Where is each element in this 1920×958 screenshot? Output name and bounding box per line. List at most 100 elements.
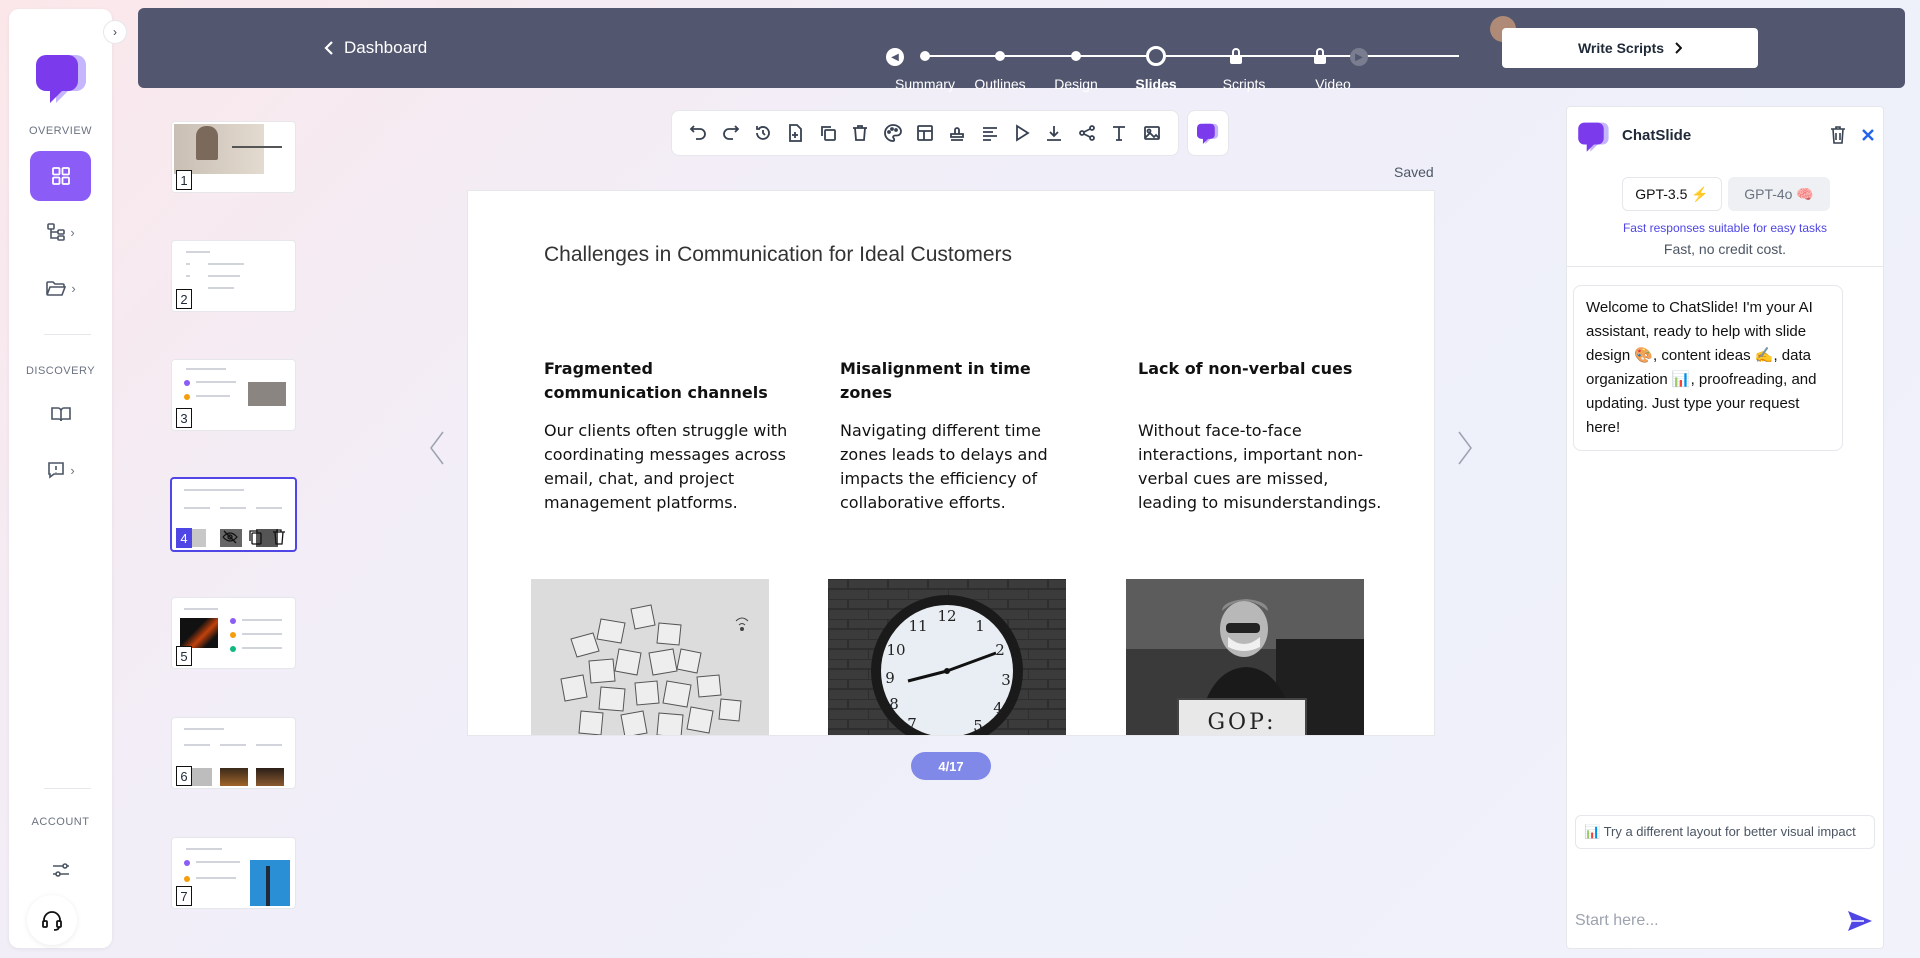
sidebar-item-dashboard[interactable] xyxy=(30,151,91,201)
chevron-right-icon: › xyxy=(113,25,117,39)
play-icon xyxy=(1016,124,1030,142)
sidebar-item-feedback[interactable]: › xyxy=(30,445,91,495)
sidebar-item-folders[interactable]: › xyxy=(30,263,91,313)
align-button[interactable] xyxy=(979,122,1001,144)
thumbnail-text-line xyxy=(196,395,230,397)
thumbnail-text-line xyxy=(196,861,240,863)
next-step-button[interactable]: ▶ xyxy=(1350,48,1368,66)
slide-image-clock[interactable]: 12 1 2 3 45 78 9 10 11 xyxy=(828,579,1066,735)
step-label-summary[interactable]: Summary xyxy=(895,76,955,92)
lock-icon[interactable] xyxy=(1229,47,1243,65)
thumbnail-text-line xyxy=(184,507,210,509)
add-image-button[interactable] xyxy=(1141,122,1163,144)
trash-icon[interactable] xyxy=(272,529,286,545)
chat-input[interactable] xyxy=(1575,907,1835,935)
slide-thumbnail-2[interactable]: 2 xyxy=(171,240,296,312)
chatslide-logo-icon xyxy=(1578,122,1609,152)
help-support-button[interactable] xyxy=(27,895,77,945)
column-heading[interactable]: Lack of non-verbal cues xyxy=(1138,357,1383,381)
sidebar-item-library[interactable] xyxy=(30,389,91,439)
thumbnail-text-line xyxy=(242,647,282,649)
model-gpt4o-button[interactable]: GPT-4o 🧠 xyxy=(1728,177,1830,211)
slide-thumbnail-7[interactable]: 7 xyxy=(171,837,296,909)
step-dot-outlines[interactable] xyxy=(995,51,1005,61)
theme-button[interactable] xyxy=(882,122,904,144)
undo-button[interactable] xyxy=(687,122,709,144)
thumbnail-image xyxy=(196,126,218,160)
send-button[interactable] xyxy=(1845,907,1875,935)
chevron-right-icon: › xyxy=(70,462,75,478)
step-label-slides[interactable]: Slides xyxy=(1135,76,1176,92)
model-cost: Fast, no credit cost. xyxy=(1663,241,1787,257)
slide-image-papers[interactable] xyxy=(531,579,769,735)
thumbnail-bullet xyxy=(230,646,236,652)
column-body[interactable]: Without face-to-face interactions, impor… xyxy=(1138,419,1383,515)
thumbnail-bullet xyxy=(230,618,236,624)
thumbnail-image xyxy=(248,382,286,406)
add-text-button[interactable] xyxy=(1108,122,1130,144)
prev-slide-arrow[interactable] xyxy=(428,430,446,475)
sidebar-divider xyxy=(44,334,91,335)
write-scripts-button[interactable]: Write Scripts xyxy=(1502,28,1758,68)
redo-icon xyxy=(722,125,739,140)
back-to-dashboard-link[interactable]: Dashboard xyxy=(324,38,427,58)
present-button[interactable] xyxy=(1011,122,1033,144)
slide-title[interactable]: Challenges in Communication for Ideal Cu… xyxy=(544,243,1012,267)
add-slide-button[interactable] xyxy=(784,122,806,144)
sidebar-item-settings[interactable] xyxy=(30,845,91,895)
thumbnail-text-line xyxy=(208,287,234,289)
stamp-icon xyxy=(950,127,965,141)
close-icon[interactable] xyxy=(1861,128,1875,142)
step-dot-summary[interactable] xyxy=(920,51,930,61)
sidebar-toggle-button[interactable]: › xyxy=(103,20,127,44)
clear-chat-trash-icon[interactable] xyxy=(1829,125,1847,145)
next-slide-arrow[interactable] xyxy=(1456,430,1474,475)
duplicate-slide-button[interactable] xyxy=(817,122,839,144)
slide-canvas[interactable]: Challenges in Communication for Ideal Cu… xyxy=(467,190,1435,736)
share-button[interactable] xyxy=(1076,122,1098,144)
send-icon xyxy=(1848,911,1872,931)
slide-thumbnail-3[interactable]: 3 xyxy=(171,359,296,431)
stamp-button[interactable] xyxy=(946,122,968,144)
sidebar-item-workflow[interactable]: › xyxy=(30,207,91,257)
copy-icon[interactable] xyxy=(248,529,262,545)
eye-off-icon[interactable] xyxy=(222,530,238,544)
protester-illustration: GOP: xyxy=(1126,579,1364,735)
slide-column-1: Fragmented communication channels Our cl… xyxy=(544,357,789,512)
slide-thumbnail-1[interactable]: 1 xyxy=(171,121,296,193)
chevron-right-icon: ▶ xyxy=(1355,51,1363,63)
palette-icon xyxy=(883,124,902,142)
delete-slide-button[interactable] xyxy=(849,122,871,144)
slide-thumbnail-6[interactable]: 6 xyxy=(171,717,296,789)
column-body[interactable]: Navigating different time zones leads to… xyxy=(840,419,1085,515)
account-section-label: ACCOUNT xyxy=(31,816,90,828)
model-gpt35-button[interactable]: GPT-3.5 ⚡ xyxy=(1622,177,1722,211)
prev-step-button[interactable]: ◀ xyxy=(886,48,904,66)
step-label-scripts[interactable]: Scripts xyxy=(1223,76,1266,92)
column-heading[interactable]: Misalignment in time zones xyxy=(840,357,1085,405)
step-label-video[interactable]: Video xyxy=(1315,76,1351,92)
slide-image-protester[interactable]: GOP: xyxy=(1126,579,1364,735)
column-heading[interactable]: Fragmented communication channels xyxy=(544,357,789,405)
redo-button[interactable] xyxy=(720,122,742,144)
page-indicator[interactable]: 4/17 xyxy=(911,752,991,780)
column-body[interactable]: Our clients often struggle with coordina… xyxy=(544,419,789,515)
chat-toggle-button[interactable] xyxy=(1187,110,1229,156)
write-scripts-label: Write Scripts xyxy=(1577,40,1665,56)
thumbnail-text-line xyxy=(186,263,190,265)
app-logo-icon[interactable] xyxy=(36,49,88,105)
undo-icon xyxy=(689,125,707,140)
step-label-outlines[interactable]: Outlines xyxy=(974,76,1025,92)
step-dot-design[interactable] xyxy=(1071,51,1081,61)
slide-thumbnail-4[interactable]: 4 xyxy=(170,477,297,552)
suggestion-chip[interactable]: 📊 Try a different layout for better visu… xyxy=(1575,815,1875,849)
slide-thumbnail-5[interactable]: 5 xyxy=(171,597,296,669)
download-button[interactable] xyxy=(1043,122,1065,144)
lock-icon[interactable] xyxy=(1313,47,1327,65)
history-button[interactable] xyxy=(752,122,774,144)
step-dot-slides[interactable] xyxy=(1146,46,1166,66)
layout-button[interactable] xyxy=(914,122,936,144)
step-label-design[interactable]: Design xyxy=(1054,76,1098,92)
thumbnail-image xyxy=(256,768,284,786)
svg-text:3: 3 xyxy=(1001,671,1011,689)
